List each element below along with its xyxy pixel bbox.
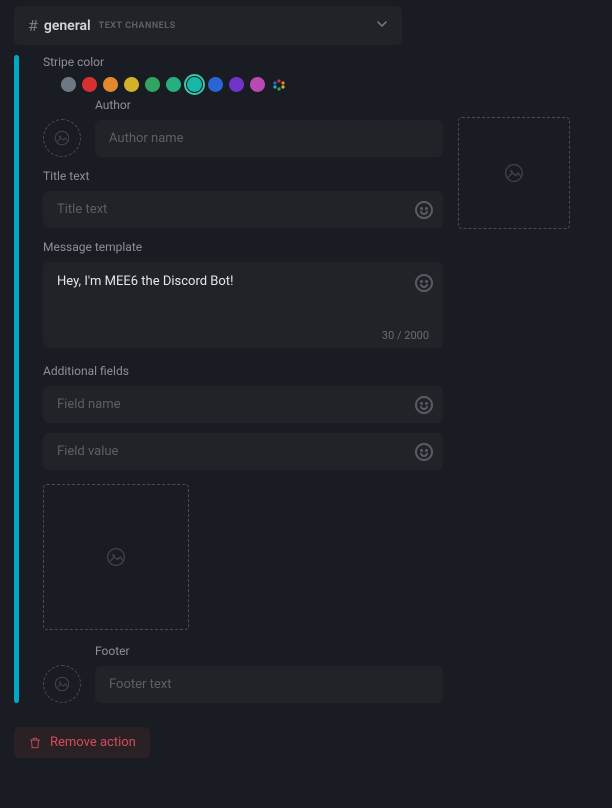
color-swatch[interactable] bbox=[61, 77, 76, 92]
image-upload[interactable] bbox=[43, 484, 189, 630]
color-swatch[interactable] bbox=[103, 77, 118, 92]
image-icon bbox=[54, 130, 70, 146]
title-text-input[interactable] bbox=[43, 191, 443, 228]
color-swatch[interactable] bbox=[82, 77, 97, 92]
trash-icon bbox=[28, 736, 42, 750]
footer-label: Footer bbox=[95, 644, 443, 658]
author-name-input[interactable] bbox=[95, 120, 443, 157]
color-swatch[interactable] bbox=[229, 77, 244, 92]
footer-icon-upload[interactable] bbox=[43, 665, 81, 703]
color-swatch[interactable] bbox=[208, 77, 223, 92]
color-swatch[interactable] bbox=[145, 77, 160, 92]
stripe-color-picker bbox=[43, 77, 443, 92]
field-name-input[interactable] bbox=[43, 386, 443, 423]
color-swatch[interactable] bbox=[187, 77, 202, 92]
remove-action-label: Remove action bbox=[50, 735, 136, 750]
emoji-picker-icon[interactable] bbox=[415, 201, 433, 219]
message-template-label: Message template bbox=[43, 240, 443, 254]
author-label: Author bbox=[95, 98, 443, 112]
image-icon bbox=[54, 676, 70, 692]
footer-text-input[interactable] bbox=[95, 666, 443, 703]
channel-category: TEXT CHANNELS bbox=[99, 21, 176, 31]
color-swatch[interactable] bbox=[124, 77, 139, 92]
emoji-picker-icon[interactable] bbox=[415, 274, 433, 292]
title-text-label: Title text bbox=[43, 169, 443, 183]
stripe-color-label: Stripe color bbox=[43, 55, 443, 69]
color-swatch[interactable] bbox=[250, 77, 265, 92]
add-color-icon[interactable] bbox=[271, 77, 286, 92]
emoji-picker-icon[interactable] bbox=[415, 443, 433, 461]
thumbnail-upload[interactable] bbox=[458, 117, 570, 229]
chevron-down-icon bbox=[376, 18, 388, 34]
char-count: 30 / 2000 bbox=[382, 329, 429, 342]
channel-selector[interactable]: # general TEXT CHANNELS bbox=[14, 6, 402, 45]
field-value-input[interactable] bbox=[43, 433, 443, 470]
emoji-picker-icon[interactable] bbox=[415, 396, 433, 414]
stripe-color-bar bbox=[14, 55, 19, 703]
image-icon bbox=[504, 163, 524, 183]
author-avatar-upload[interactable] bbox=[43, 119, 81, 157]
remove-action-button[interactable]: Remove action bbox=[14, 727, 150, 758]
image-icon bbox=[106, 547, 126, 567]
color-swatch[interactable] bbox=[166, 77, 181, 92]
channel-name: general bbox=[44, 18, 91, 34]
hash-icon: # bbox=[28, 16, 38, 35]
additional-fields-label: Additional fields bbox=[43, 364, 443, 378]
